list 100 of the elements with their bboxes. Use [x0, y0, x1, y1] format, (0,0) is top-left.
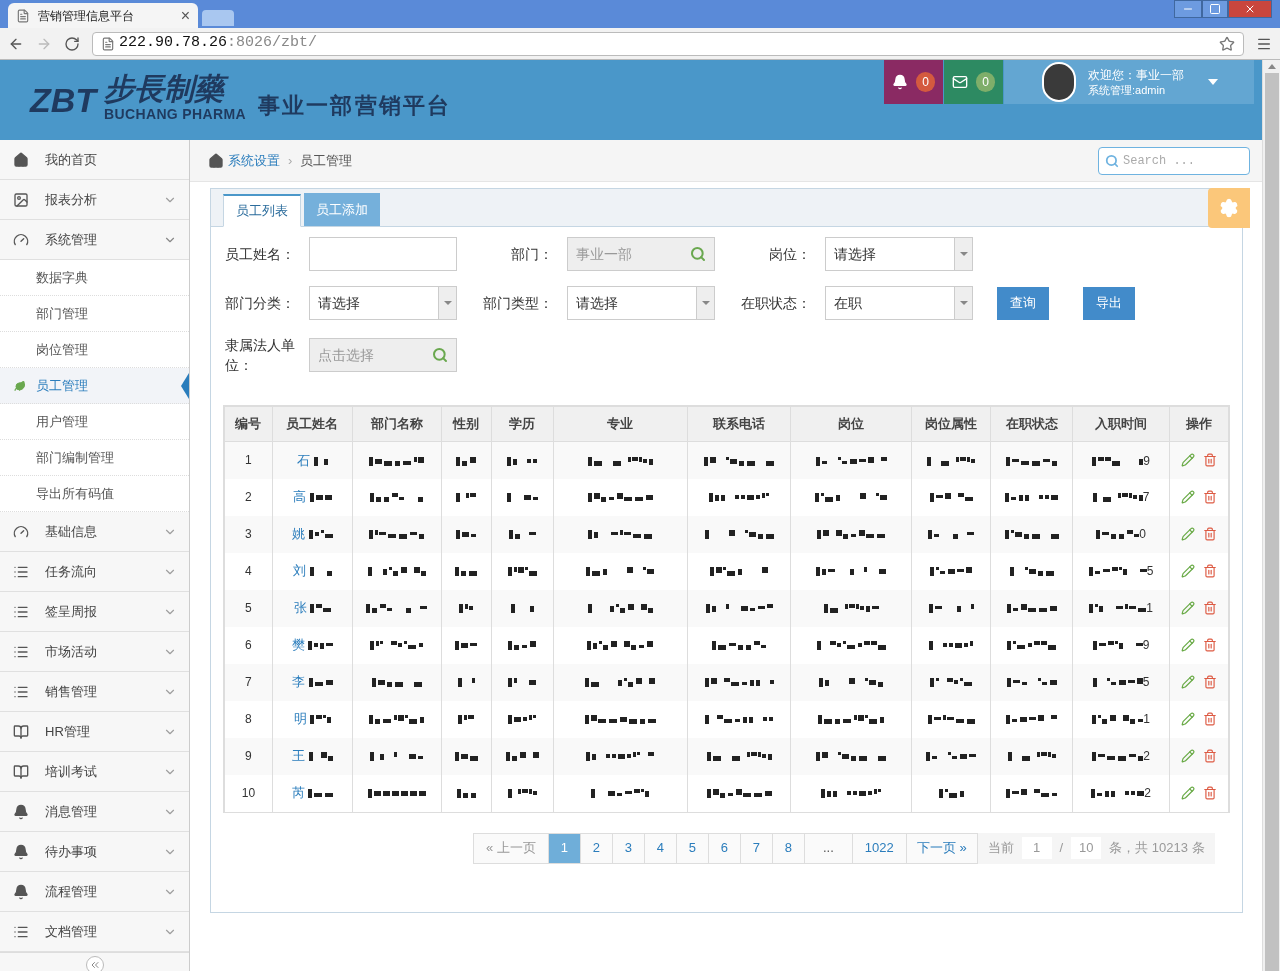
sidebar-item[interactable]: 签呈周报 — [0, 592, 189, 632]
breadcrumb-link[interactable]: 系统设置 — [228, 150, 280, 171]
sidebar-item[interactable]: HR管理 — [0, 712, 189, 752]
collapse-button[interactable] — [85, 956, 104, 971]
edit-icon[interactable] — [1180, 453, 1195, 468]
tab[interactable]: 员工列表 — [223, 194, 301, 227]
delete-icon[interactable] — [1202, 490, 1217, 504]
message-button[interactable]: 0 — [944, 60, 1003, 104]
edit-icon[interactable] — [1180, 786, 1195, 800]
delete-icon[interactable] — [1202, 601, 1217, 615]
page-link[interactable]: 8 — [772, 833, 805, 863]
employee-link[interactable]: 刘 — [293, 563, 306, 579]
submenu-item[interactable]: 导出所有码值 — [0, 476, 189, 512]
select-field[interactable]: 请选择 — [825, 237, 973, 271]
select-field[interactable]: 请选择 — [567, 286, 715, 320]
edit-icon[interactable] — [1180, 527, 1195, 541]
mosaic-drawing — [928, 530, 975, 540]
select-field[interactable]: 在职 — [825, 286, 973, 320]
page-link[interactable]: 6 — [708, 833, 741, 863]
employee-link[interactable]: 石 — [297, 452, 310, 468]
page-number-field[interactable]: 1 — [1021, 837, 1052, 859]
address-bar[interactable]: 222.90.78.26:8026/zbt/ — [92, 31, 1244, 56]
mosaic-drawing — [456, 456, 477, 466]
user-menu[interactable]: 欢迎您：事业一部 系统管理:admin — [1004, 60, 1254, 104]
employee-link[interactable]: 王 — [292, 748, 305, 764]
bell-icon — [13, 843, 29, 860]
employee-link[interactable]: 高 — [293, 489, 306, 505]
search-field[interactable]: Search ... — [1098, 146, 1250, 175]
sidebar-item[interactable]: 消息管理 — [0, 792, 189, 832]
delete-icon[interactable] — [1202, 638, 1217, 652]
action-button[interactable]: 查询 — [997, 286, 1049, 320]
edit-icon[interactable] — [1180, 490, 1195, 504]
mosaic-drawing — [370, 752, 424, 762]
page-link[interactable]: 1022 — [852, 833, 907, 863]
reload-icon[interactable] — [64, 35, 80, 52]
edit-icon[interactable] — [1180, 749, 1195, 763]
submenu-item[interactable]: 用户管理 — [0, 404, 189, 440]
page-link[interactable]: 5 — [676, 833, 709, 863]
edit-icon[interactable] — [1180, 712, 1195, 726]
action-button[interactable]: 导出 — [1083, 286, 1135, 320]
submenu-item[interactable]: 岗位管理 — [0, 332, 189, 368]
close-button[interactable]: × — [180, 7, 190, 24]
mosaic-drawing — [507, 456, 538, 466]
edit-icon[interactable] — [1180, 564, 1195, 578]
submenu-item[interactable]: 部门编制管理 — [0, 440, 189, 476]
employee-link[interactable]: 芮 — [291, 785, 305, 801]
delete-icon[interactable] — [1202, 749, 1217, 763]
submenu-item[interactable]: 员工管理 — [0, 368, 189, 404]
mosaic-drawing — [821, 789, 882, 799]
sidebar-item[interactable]: 报表分析 — [0, 180, 189, 220]
employee-link[interactable]: 张 — [293, 600, 307, 616]
image-icon — [13, 191, 29, 208]
maximize-button[interactable] — [1202, 0, 1228, 18]
page-link[interactable]: 7 — [740, 833, 773, 863]
mosaic-drawing — [1091, 789, 1145, 799]
table-cell: 9 — [224, 737, 273, 775]
delete-icon[interactable] — [1202, 675, 1217, 689]
scrollbar[interactable] — [1262, 60, 1280, 971]
lookup-field[interactable]: 事业一部 — [567, 237, 715, 271]
notification-button[interactable]: 0 — [884, 60, 943, 104]
page-size-field[interactable]: 10 — [1071, 837, 1102, 859]
sidebar-item[interactable]: 流程管理 — [0, 872, 189, 912]
sidebar-item[interactable]: 我的首页 — [0, 140, 189, 180]
employee-link[interactable]: 姚 — [292, 526, 305, 542]
delete-icon[interactable] — [1202, 786, 1217, 800]
mosaic-drawing — [309, 567, 332, 577]
edit-icon[interactable] — [1180, 638, 1195, 652]
delete-icon[interactable] — [1202, 453, 1217, 468]
sidebar-item[interactable]: 待办事项 — [0, 832, 189, 872]
mosaic-drawing — [586, 567, 655, 577]
minimize-button[interactable] — [1174, 0, 1202, 18]
submenu-item[interactable]: 数据字典 — [0, 260, 189, 296]
text-field[interactable] — [309, 237, 457, 271]
table-cell: 6 — [224, 626, 273, 664]
employee-link[interactable]: 李 — [292, 674, 305, 690]
sidebar-item[interactable]: 文档管理 — [0, 912, 189, 952]
sidebar-item[interactable]: 销售管理 — [0, 672, 189, 712]
brand-name: 步長制藥 — [104, 74, 246, 104]
employee-link[interactable]: 樊 — [291, 637, 305, 653]
sidebar-item[interactable]: 培训考试 — [0, 752, 189, 792]
employee-link[interactable]: 明 — [293, 711, 307, 727]
delete-icon[interactable] — [1202, 564, 1217, 578]
lookup-field[interactable]: 点击选择 — [309, 338, 457, 372]
delete-icon[interactable] — [1202, 527, 1217, 541]
sidebar-item[interactable]: 任务流向 — [0, 552, 189, 592]
table-cell: 3 — [224, 515, 273, 553]
edit-icon[interactable] — [1180, 675, 1195, 689]
page-link[interactable]: 4 — [644, 833, 677, 863]
browser-tab[interactable]: 营销管理信息平台 × — [8, 3, 198, 28]
next-page-link[interactable]: 下一页 » — [906, 833, 977, 863]
select-field[interactable]: 请选择 — [309, 286, 457, 320]
settings-button[interactable] — [1208, 188, 1250, 228]
page-link[interactable]: 2 — [580, 833, 613, 863]
edit-icon[interactable] — [1180, 601, 1195, 615]
sidebar-item[interactable]: 基础信息 — [0, 512, 189, 552]
delete-icon[interactable] — [1202, 712, 1217, 726]
sidebar-item[interactable]: 市场活动 — [0, 632, 189, 672]
submenu-item[interactable]: 部门管理 — [0, 296, 189, 332]
page-link[interactable]: 3 — [612, 833, 645, 863]
bookmark-star-icon[interactable] — [1219, 35, 1235, 52]
